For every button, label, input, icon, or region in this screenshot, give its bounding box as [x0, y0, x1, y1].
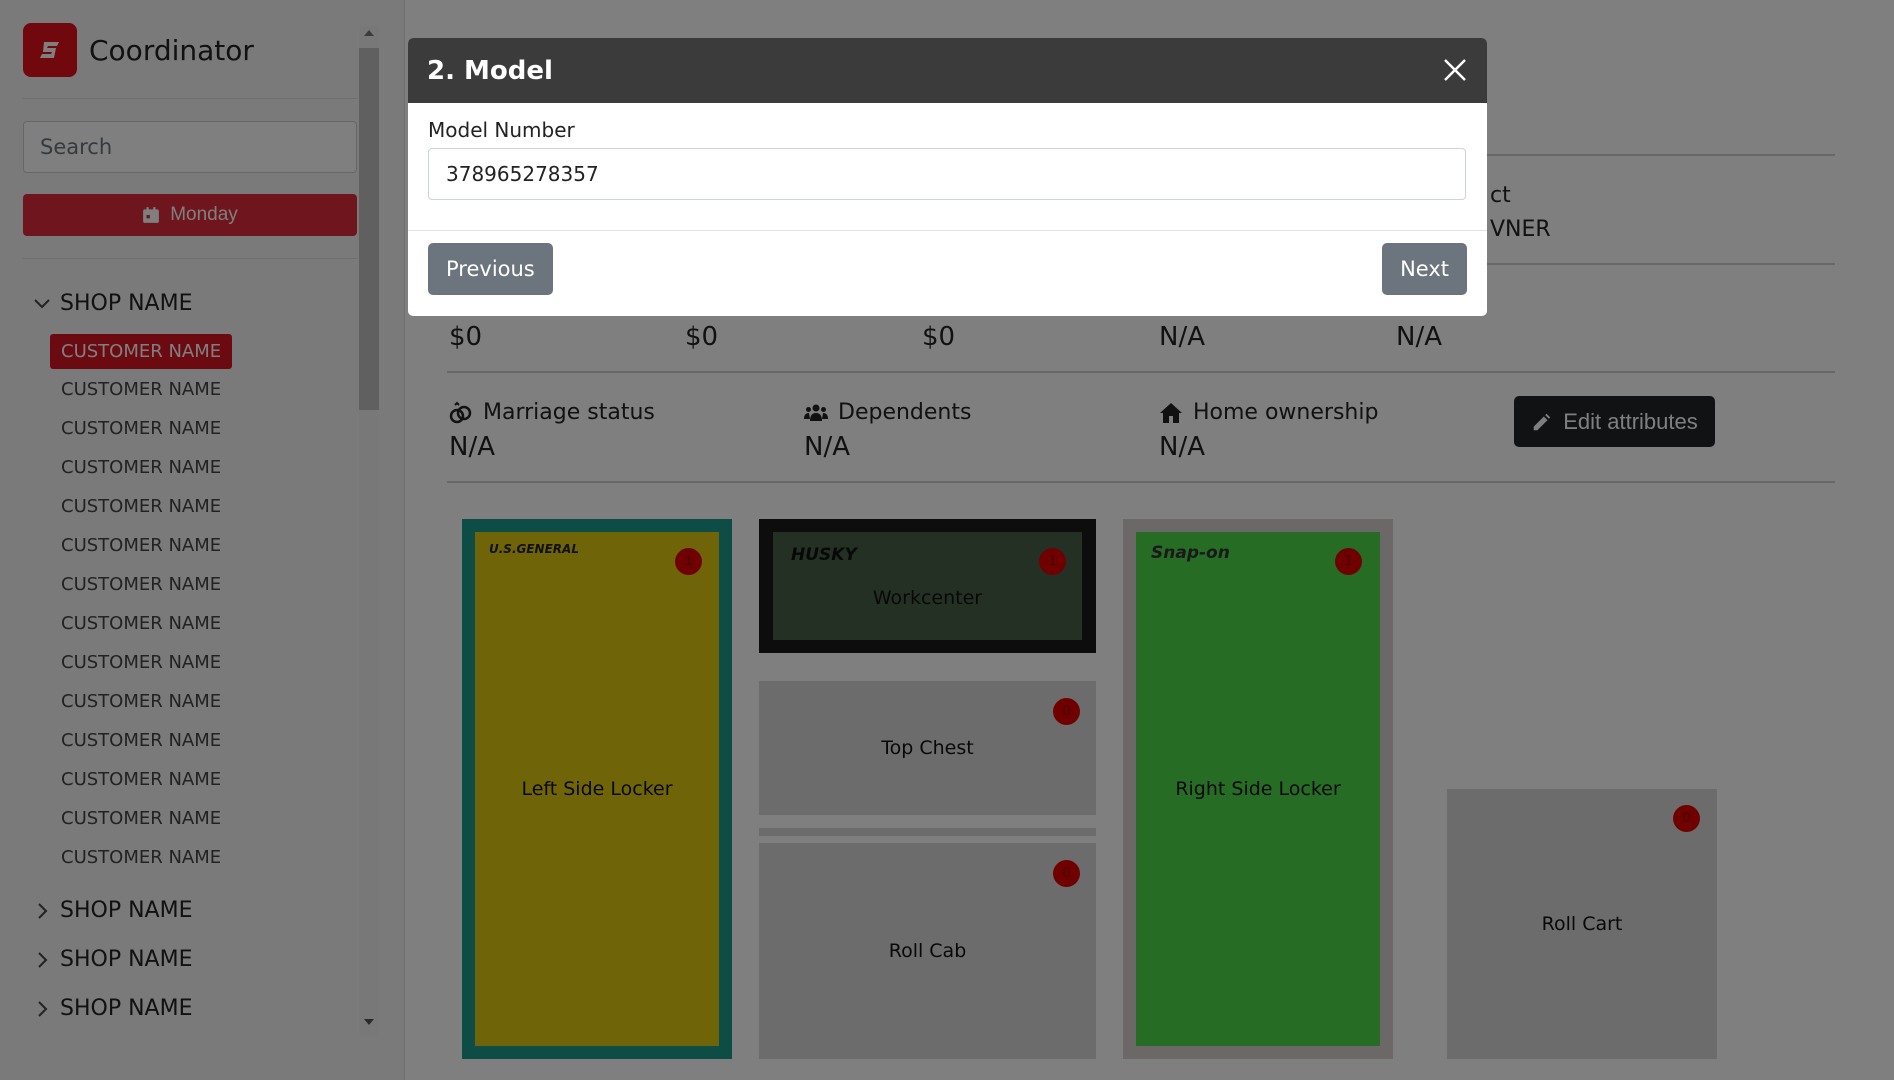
- modal-body: Model Number: [408, 118, 1487, 200]
- close-button[interactable]: [1441, 56, 1469, 84]
- model-number-label: Model Number: [428, 118, 575, 142]
- previous-button[interactable]: Previous: [428, 243, 553, 295]
- model-number-input[interactable]: [428, 148, 1466, 200]
- model-dialog: 2. Model Model Number Previous Next: [408, 38, 1487, 316]
- modal-header: 2. Model: [408, 38, 1487, 103]
- close-icon: [1444, 59, 1466, 81]
- modal-footer: Previous Next: [408, 230, 1487, 316]
- modal-title: 2. Model: [427, 55, 553, 86]
- next-button[interactable]: Next: [1382, 243, 1467, 295]
